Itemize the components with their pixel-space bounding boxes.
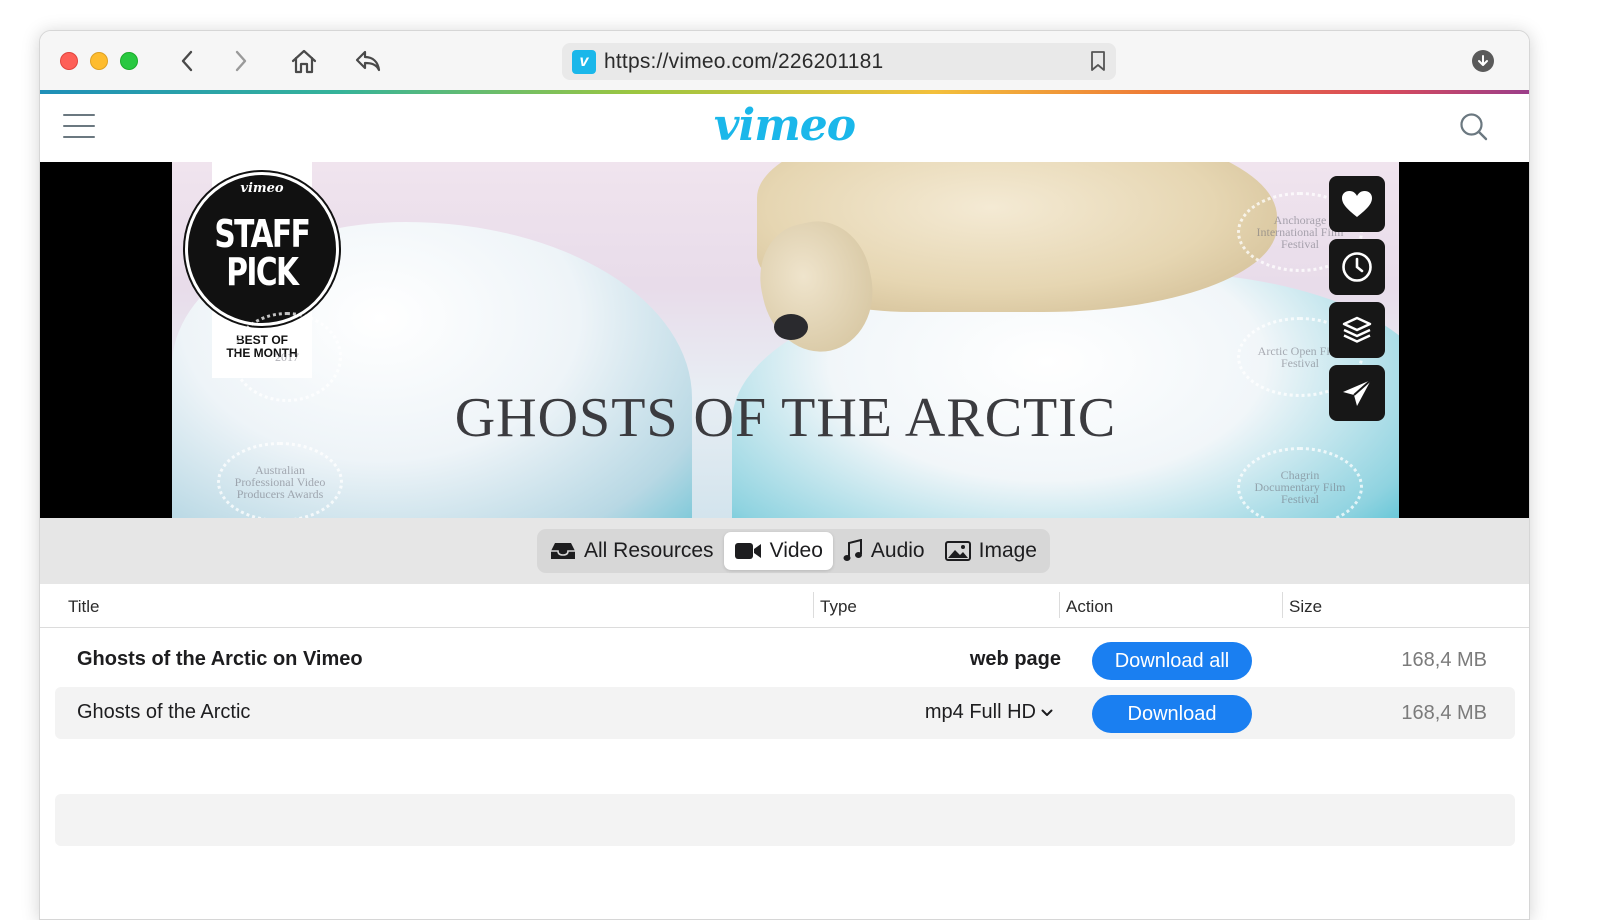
home-button[interactable] (288, 45, 320, 77)
download-arrow-icon (1478, 55, 1488, 66)
bookmark-button[interactable] (1090, 50, 1106, 77)
resource-segmented-control: All Resources Video Audio Image (537, 529, 1050, 573)
send-icon (1343, 379, 1372, 406)
chevron-right-icon (235, 50, 247, 72)
site-header: vimeo (40, 94, 1529, 162)
layers-icon (1342, 316, 1372, 343)
photo-icon (944, 541, 971, 561)
tray-icon (551, 543, 575, 559)
forward-button[interactable] (225, 45, 257, 77)
video-camera-icon (734, 543, 761, 559)
search-icon (1460, 113, 1488, 141)
music-note-icon (843, 539, 862, 561)
search-button[interactable] (1459, 112, 1489, 147)
empty-table-row (55, 794, 1515, 846)
tab-image[interactable]: Image (935, 532, 1047, 570)
share-back-button[interactable] (352, 45, 384, 77)
vimeo-favicon-icon: v (572, 49, 596, 74)
row-type: web page (969, 648, 1061, 670)
download-all-button[interactable]: Download all (1092, 642, 1252, 680)
row-size: 168,4 MB (1401, 649, 1487, 671)
table-row[interactable]: Ghosts of the Arctic mp4 Full HD Downloa… (55, 687, 1515, 739)
row-title: Ghosts of the Arctic (77, 701, 251, 723)
reply-arrow-icon (355, 50, 381, 72)
close-window-button[interactable] (60, 52, 78, 70)
like-button[interactable] (1329, 176, 1385, 232)
row-size: 168,4 MB (1401, 702, 1487, 724)
format-select[interactable]: mp4 Full HD (925, 701, 1053, 724)
url-text[interactable]: https://vimeo.com/226201181 (604, 50, 883, 74)
vimeo-logo[interactable]: vimeo (40, 100, 1529, 151)
row-title: Ghosts of the Arctic on Vimeo (77, 648, 363, 670)
resource-tab-bar: All Resources Video Audio Image (40, 518, 1529, 584)
address-bar[interactable]: v https://vimeo.com/226201181 (562, 43, 1116, 80)
tab-audio[interactable]: Audio (833, 532, 935, 570)
table-row[interactable]: Ghosts of the Arctic on Vimeo web page D… (55, 634, 1515, 686)
heart-icon (1342, 191, 1372, 217)
chevron-left-icon (181, 50, 193, 72)
download-button[interactable]: Download (1092, 695, 1252, 733)
staff-pick-badge: vimeo STAFF PICK (185, 172, 339, 326)
video-player[interactable]: vimeo STAFF PICK BEST OF THE MONTH 2017 Au… (40, 162, 1529, 518)
home-icon (291, 49, 317, 74)
title-bar: v https://vimeo.com/226201181 (40, 31, 1529, 91)
tab-all-resources[interactable]: All Resources (540, 532, 724, 570)
bookmark-icon (1091, 51, 1105, 71)
column-header-size[interactable]: Size (1289, 597, 1322, 617)
downloads-button[interactable] (1472, 50, 1494, 72)
video-side-actions (1329, 176, 1385, 428)
video-thumbnail[interactable]: vimeo STAFF PICK BEST OF THE MONTH 2017 Au… (172, 162, 1399, 518)
column-header-action[interactable]: Action (1066, 597, 1113, 617)
zoom-window-button[interactable] (120, 52, 138, 70)
clock-icon (1342, 252, 1372, 282)
back-button[interactable] (171, 45, 203, 77)
chevron-down-icon (1041, 709, 1053, 716)
column-header-title[interactable]: Title (68, 597, 100, 617)
column-header-type[interactable]: Type (820, 597, 857, 617)
tab-video[interactable]: Video (723, 532, 833, 570)
browser-window: v https://vimeo.com/226201181 vimeo vime… (39, 30, 1530, 920)
minimize-window-button[interactable] (90, 52, 108, 70)
share-button[interactable] (1329, 365, 1385, 421)
watch-later-button[interactable] (1329, 239, 1385, 295)
collections-button[interactable] (1329, 302, 1385, 358)
video-title-overlay: GHOSTS OF THE ARCTIC (454, 387, 1117, 449)
laurel-award: Chagrin Documentary Film Festival (1237, 447, 1363, 518)
laurel-award: Australian Professional Video Producers … (217, 442, 343, 518)
resources-table-header: Title Type Action Size (40, 584, 1529, 628)
